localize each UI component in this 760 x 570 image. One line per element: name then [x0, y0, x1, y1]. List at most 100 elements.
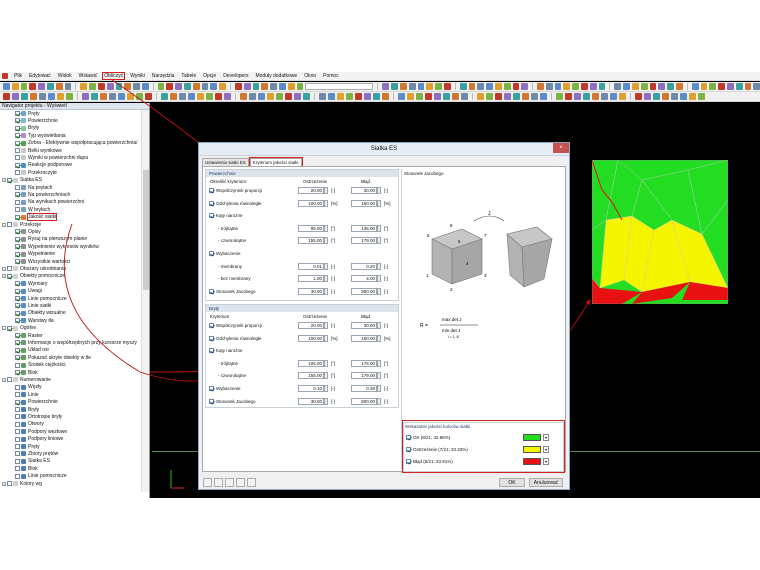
- error-spinner[interactable]: [377, 199, 381, 207]
- expand-toggle-icon[interactable]: [10, 289, 14, 293]
- visibility-checkbox[interactable]: [15, 162, 20, 168]
- visibility-checkbox[interactable]: [15, 333, 20, 338]
- expand-toggle-icon[interactable]: [10, 437, 14, 441]
- toolbar-button[interactable]: [494, 83, 502, 90]
- criterion-checkbox[interactable]: [209, 398, 214, 404]
- expand-toggle-icon[interactable]: [10, 422, 14, 426]
- visibility-checkbox[interactable]: [15, 192, 20, 198]
- visibility-checkbox[interactable]: [15, 125, 20, 131]
- edit-icon[interactable]: [214, 478, 223, 487]
- warning-spinner[interactable]: [324, 187, 328, 194]
- color-swatch[interactable]: [523, 434, 541, 441]
- error-value-input[interactable]: 800.00: [351, 287, 377, 295]
- expand-toggle-icon[interactable]: [10, 112, 14, 116]
- toolbar-button[interactable]: [504, 93, 511, 100]
- expand-toggle-icon[interactable]: [10, 252, 14, 256]
- navigator-item[interactable]: Na powierzchniach: [10, 191, 70, 198]
- visibility-checkbox[interactable]: [15, 251, 20, 257]
- toolbar-button[interactable]: [89, 83, 96, 90]
- expand-toggle-icon[interactable]: [10, 445, 14, 449]
- error-spinner[interactable]: [377, 385, 381, 392]
- toolbar-button[interactable]: [12, 93, 19, 100]
- error-spinner[interactable]: [377, 275, 381, 283]
- toolbar-button[interactable]: [175, 83, 183, 90]
- navigator-item[interactable]: Wszystkie wartości: [10, 258, 70, 265]
- expand-toggle-icon[interactable]: [10, 356, 14, 360]
- visibility-checkbox[interactable]: [7, 266, 12, 272]
- warning-spinner[interactable]: [324, 275, 328, 283]
- error-value-input[interactable]: 30.00: [351, 187, 377, 194]
- expand-toggle-icon[interactable]: [10, 260, 14, 264]
- toolbar-button[interactable]: [91, 93, 98, 100]
- toolbar-button[interactable]: [106, 83, 114, 90]
- toolbar-button[interactable]: [382, 83, 390, 90]
- toolbar-button[interactable]: [252, 83, 260, 90]
- color-swatch[interactable]: [523, 458, 541, 465]
- expand-toggle-icon[interactable]: −: [2, 178, 6, 183]
- toolbar-button[interactable]: [382, 93, 389, 100]
- navigator-item[interactable]: Układ osi: [10, 347, 49, 354]
- navigator-item[interactable]: Blok: [10, 369, 38, 376]
- toolbar-button[interactable]: [459, 83, 467, 90]
- warning-value-input[interactable]: 155.00: [298, 372, 324, 380]
- toolbar-button[interactable]: [215, 93, 222, 100]
- expand-toggle-icon[interactable]: [10, 467, 14, 471]
- save-icon[interactable]: [236, 478, 245, 487]
- expand-toggle-icon[interactable]: [10, 186, 14, 190]
- visibility-checkbox[interactable]: [15, 140, 20, 146]
- legend-checkbox[interactable]: [406, 447, 411, 452]
- toolbar-button[interactable]: [675, 83, 683, 90]
- tab-mesh-quality[interactable]: Kryterium jakości siatki: [248, 157, 303, 167]
- expand-toggle-icon[interactable]: [10, 134, 14, 138]
- visibility-checkbox[interactable]: [15, 155, 20, 161]
- toolbar-button[interactable]: [337, 93, 344, 100]
- navigator-item[interactable]: − Siatka ES: [2, 177, 42, 184]
- toolbar-button[interactable]: [303, 93, 310, 100]
- toolbar-button[interactable]: [623, 83, 630, 90]
- toolbar-button[interactable]: [531, 93, 538, 100]
- visibility-checkbox[interactable]: [15, 451, 20, 457]
- toolbar-button[interactable]: [522, 93, 529, 100]
- chevron-down-icon[interactable]: ▾: [543, 446, 549, 453]
- toolbar-button[interactable]: [124, 83, 132, 90]
- visibility-checkbox[interactable]: [7, 377, 12, 383]
- toolbar-button[interactable]: [443, 83, 451, 90]
- toolbar-button[interactable]: [145, 93, 152, 100]
- toolbar-button[interactable]: [287, 83, 295, 90]
- toolbar-button[interactable]: [592, 93, 599, 100]
- criterion-checkbox[interactable]: [209, 200, 214, 206]
- visibility-checkbox[interactable]: [7, 273, 12, 279]
- expand-toggle-icon[interactable]: [10, 297, 14, 301]
- warning-spinner[interactable]: [324, 322, 328, 329]
- navigator-item[interactable]: Reakcje podporowe: [10, 162, 72, 169]
- error-value-input[interactable]: 0.20: [351, 262, 377, 270]
- navigator-item[interactable]: Przekroczyte: [10, 169, 57, 176]
- toolbar-button[interactable]: [267, 93, 274, 100]
- toolbar-button[interactable]: [170, 93, 177, 100]
- toolbar-button[interactable]: [55, 83, 63, 90]
- toolbar-button[interactable]: [477, 83, 485, 90]
- toolbar-button[interactable]: [210, 83, 218, 90]
- visibility-checkbox[interactable]: [7, 222, 12, 227]
- toolbar-button[interactable]: [133, 83, 140, 90]
- criterion-checkbox[interactable]: [209, 188, 214, 193]
- toolbar-button[interactable]: [188, 93, 195, 100]
- toolbar-button[interactable]: [258, 93, 265, 100]
- toolbar-button[interactable]: [249, 93, 256, 100]
- navigator-item[interactable]: Obiekty wizualne: [10, 310, 66, 317]
- toolbar-button[interactable]: [658, 83, 666, 90]
- navigator-item[interactable]: Wypełnienie: [10, 251, 55, 258]
- criterion-checkbox[interactable]: [209, 335, 214, 341]
- toolbar-button[interactable]: [565, 93, 572, 100]
- cancel-button[interactable]: Anuluować: [529, 478, 563, 487]
- navigator-item[interactable]: Na wynikach powierzchni: [10, 199, 84, 206]
- navigator-item[interactable]: − Kolory wg: [2, 480, 42, 487]
- navigator-item[interactable]: Siatka ES: [10, 458, 50, 465]
- criterion-checkbox[interactable]: [209, 323, 214, 328]
- toolbar-button[interactable]: [197, 93, 204, 100]
- menu-calculate[interactable]: Obliczyć: [102, 72, 126, 80]
- toolbar-button[interactable]: [545, 83, 553, 90]
- navigator-item[interactable]: Bryły: [10, 125, 39, 132]
- toolbar-button[interactable]: [709, 83, 717, 90]
- expand-toggle-icon[interactable]: [10, 149, 14, 153]
